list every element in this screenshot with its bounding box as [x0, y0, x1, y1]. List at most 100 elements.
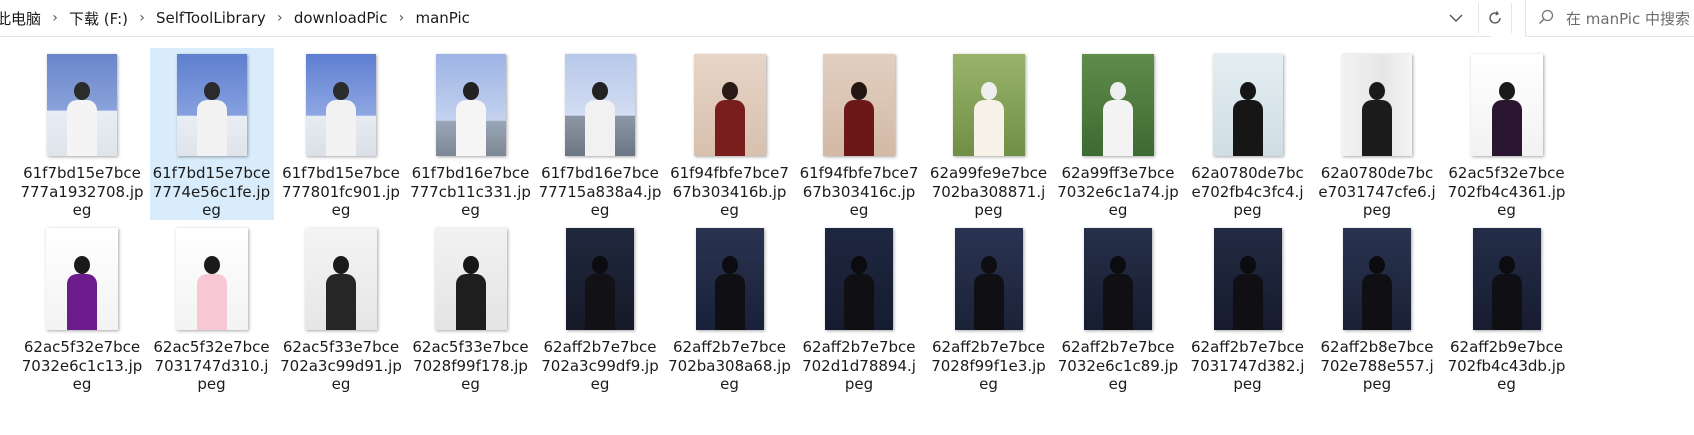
- file-item[interactable]: 62a0780de7bc e7031747cfe6.j peg: [1317, 48, 1437, 220]
- thumbnail-figure-head: [1110, 256, 1126, 274]
- thumbnail-figure-head: [462, 82, 479, 100]
- thumbnail-figure-head: [851, 256, 867, 274]
- file-name-line: 702fb4c43db.jp: [1447, 356, 1566, 375]
- file-item[interactable]: 61f94fbfe7bce7 67b303416c.jp eg: [799, 48, 919, 220]
- file-item[interactable]: 62aff2b8e7bce 702e788e557.j peg: [1317, 222, 1437, 394]
- file-name-line: 62aff2b9e7bce: [1450, 338, 1563, 356]
- file-item[interactable]: 62ac5f32e7bce 7031747d310.j peg: [152, 222, 272, 394]
- file-item[interactable]: 62ac5f32e7bce 702fb4c4361.jp eg: [1447, 48, 1567, 220]
- search-input[interactable]: 在 manPic 中搜索: [1525, 0, 1694, 37]
- breadcrumb[interactable]: 此电脑 › 下载 (F:) › SelfToolLibrary › downlo…: [0, 0, 1491, 37]
- address-history-dropdown-button[interactable]: [1441, 3, 1471, 33]
- file-item[interactable]: 62aff2b7e7bce 702d1d78894.j peg: [799, 222, 919, 394]
- file-name-line: eg: [202, 201, 221, 219]
- breadcrumb-drive-f[interactable]: 下载 (F:): [65, 8, 132, 29]
- file-name-line: e702fb4c3fc4.j: [1191, 182, 1304, 201]
- thumbnail-figure-head: [1498, 82, 1515, 100]
- chevron-right-icon[interactable]: ›: [391, 10, 411, 26]
- file-name-line: peg: [197, 375, 226, 393]
- chevron-right-icon[interactable]: ›: [270, 10, 290, 26]
- thumbnail-figure-head: [333, 256, 349, 274]
- breadcrumb-selftoollibrary[interactable]: SelfToolLibrary: [152, 9, 270, 27]
- file-item[interactable]: 62a99ff3e7bce 7032e6c1a74.jp eg: [1057, 48, 1179, 220]
- thumbnail-figure-head: [203, 256, 220, 274]
- file-name: 61f94fbfe7bce7 67b303416b.jp eg: [664, 164, 796, 220]
- file-item[interactable]: 61f7bd15e7bce 7774e56c1fe.jp eg: [149, 48, 274, 220]
- refresh-button[interactable]: [1478, 3, 1512, 33]
- image-thumbnail[interactable]: [434, 228, 507, 330]
- file-item[interactable]: 62ac5f32e7bce 7032e6c1c13.jp eg: [22, 222, 142, 394]
- file-name-line: 61f94fbfe7bce7: [670, 164, 789, 182]
- image-thumbnail[interactable]: [565, 54, 635, 156]
- file-name: 61f7bd16e7bce 77715a838a4.jp eg: [534, 164, 666, 220]
- image-thumbnail[interactable]: [176, 54, 247, 156]
- image-thumbnail[interactable]: [1343, 228, 1411, 330]
- file-item[interactable]: 62aff2b7e7bce 702a3c99df9.jp eg: [540, 222, 660, 394]
- thumbnail-figure-head: [462, 256, 479, 274]
- image-thumbnail[interactable]: [1212, 54, 1283, 156]
- file-item[interactable]: 62aff2b7e7bce 7028f99f1e3.jp eg: [929, 222, 1049, 394]
- image-thumbnail[interactable]: [435, 54, 506, 156]
- image-thumbnail[interactable]: [1082, 54, 1154, 156]
- breadcrumb-this-pc[interactable]: 此电脑: [0, 8, 45, 29]
- file-name: 62ac5f32e7bce 7032e6c1c13.jp eg: [16, 338, 148, 394]
- thumbnail-figure-head: [1369, 82, 1385, 100]
- file-name-line: 62aff2b7e7bce: [673, 338, 786, 356]
- image-thumbnail[interactable]: [305, 228, 377, 330]
- chevron-right-icon[interactable]: ›: [45, 10, 65, 26]
- file-item[interactable]: 62aff2b7e7bce 7032e6c1c89.jp eg: [1058, 222, 1178, 394]
- file-item[interactable]: 62aff2b9e7bce 702fb4c43db.jp eg: [1447, 222, 1567, 394]
- file-name-line: eg: [720, 375, 739, 393]
- thumbnail-figure-body: [844, 100, 874, 156]
- image-thumbnail[interactable]: [175, 228, 248, 330]
- file-name-line: 67b303416b.jp: [672, 182, 787, 201]
- thumbnail-figure-body: [973, 100, 1004, 156]
- file-name: 62a99ff3e7bce 7032e6c1a74.jp eg: [1052, 164, 1184, 220]
- file-item[interactable]: 61f7bd16e7bce 77715a838a4.jp eg: [539, 48, 661, 220]
- image-thumbnail[interactable]: [46, 228, 118, 330]
- file-name-line: 702a3c99df9.jp: [541, 356, 659, 375]
- image-thumbnail[interactable]: [695, 228, 764, 330]
- file-name: 62aff2b7e7bce 702ba308a68.jp eg: [664, 338, 796, 394]
- image-thumbnail[interactable]: [952, 54, 1025, 156]
- file-item[interactable]: 61f94fbfe7bce7 67b303416b.jp eg: [670, 48, 790, 220]
- file-name-line: 62a99ff3e7bce: [1061, 164, 1175, 182]
- thumbnail-figure-body: [844, 274, 874, 330]
- breadcrumb-downloadpic[interactable]: downloadPic: [290, 9, 392, 27]
- thumbnail-figure-head: [851, 82, 867, 100]
- file-name-line: eg: [849, 201, 869, 219]
- image-thumbnail[interactable]: [693, 54, 766, 156]
- image-thumbnail[interactable]: [1342, 54, 1412, 156]
- file-item[interactable]: 62a99fe9e7bce 702ba308871.j peg: [929, 48, 1049, 220]
- image-thumbnail[interactable]: [1470, 54, 1543, 156]
- image-thumbnail[interactable]: [823, 54, 895, 156]
- file-name-line: 777801fc901.jp: [282, 182, 400, 201]
- file-name-line: 702e788e557.j: [1320, 356, 1434, 375]
- file-name-line: 7032e6c1c13.jp: [21, 356, 143, 375]
- file-item[interactable]: 62ac5f33e7bce 702a3c99d91.jp eg: [280, 222, 402, 394]
- file-item[interactable]: 61f7bd15e7bce 777801fc901.jp eg: [281, 48, 401, 220]
- file-item[interactable]: 61f7bd16e7bce 777cb11c331.jp eg: [410, 48, 531, 220]
- file-name: 62aff2b7e7bce 7031747d382.j peg: [1182, 338, 1314, 394]
- image-thumbnail[interactable]: [1084, 228, 1152, 330]
- file-item[interactable]: 62a0780de7bc e702fb4c3fc4.j peg: [1188, 48, 1308, 220]
- image-thumbnail[interactable]: [1472, 228, 1541, 330]
- chevron-right-icon[interactable]: ›: [132, 10, 152, 26]
- image-thumbnail[interactable]: [954, 228, 1023, 330]
- file-name-line: 62a0780de7bc: [1320, 164, 1434, 182]
- image-thumbnail[interactable]: [306, 54, 376, 156]
- image-thumbnail[interactable]: [825, 228, 893, 330]
- file-item[interactable]: 62aff2b7e7bce 702ba308a68.jp eg: [668, 222, 791, 394]
- file-item[interactable]: 62aff2b7e7bce 7031747d382.j peg: [1188, 222, 1308, 394]
- search-placeholder: 在 manPic 中搜索: [1566, 10, 1690, 28]
- breadcrumb-manpic[interactable]: manPic: [411, 9, 473, 27]
- file-item[interactable]: 61f7bd15e7bce 777a1932708.jp eg: [20, 48, 144, 220]
- address-bar: 此电脑 › 下载 (F:) › SelfToolLibrary › downlo…: [0, 0, 1694, 37]
- image-thumbnail[interactable]: [47, 54, 117, 156]
- file-name-line: 777a1932708.jp: [20, 182, 144, 201]
- file-name-line: 61f7bd15e7bce: [23, 164, 141, 182]
- file-item[interactable]: 62ac5f33e7bce 7028f99f178.jp eg: [411, 222, 531, 394]
- file-grid: 61f7bd15e7bce 777a1932708.jp eg 61f7bd15e7b…: [0, 48, 1694, 435]
- image-thumbnail[interactable]: [566, 228, 634, 330]
- image-thumbnail[interactable]: [1213, 228, 1282, 330]
